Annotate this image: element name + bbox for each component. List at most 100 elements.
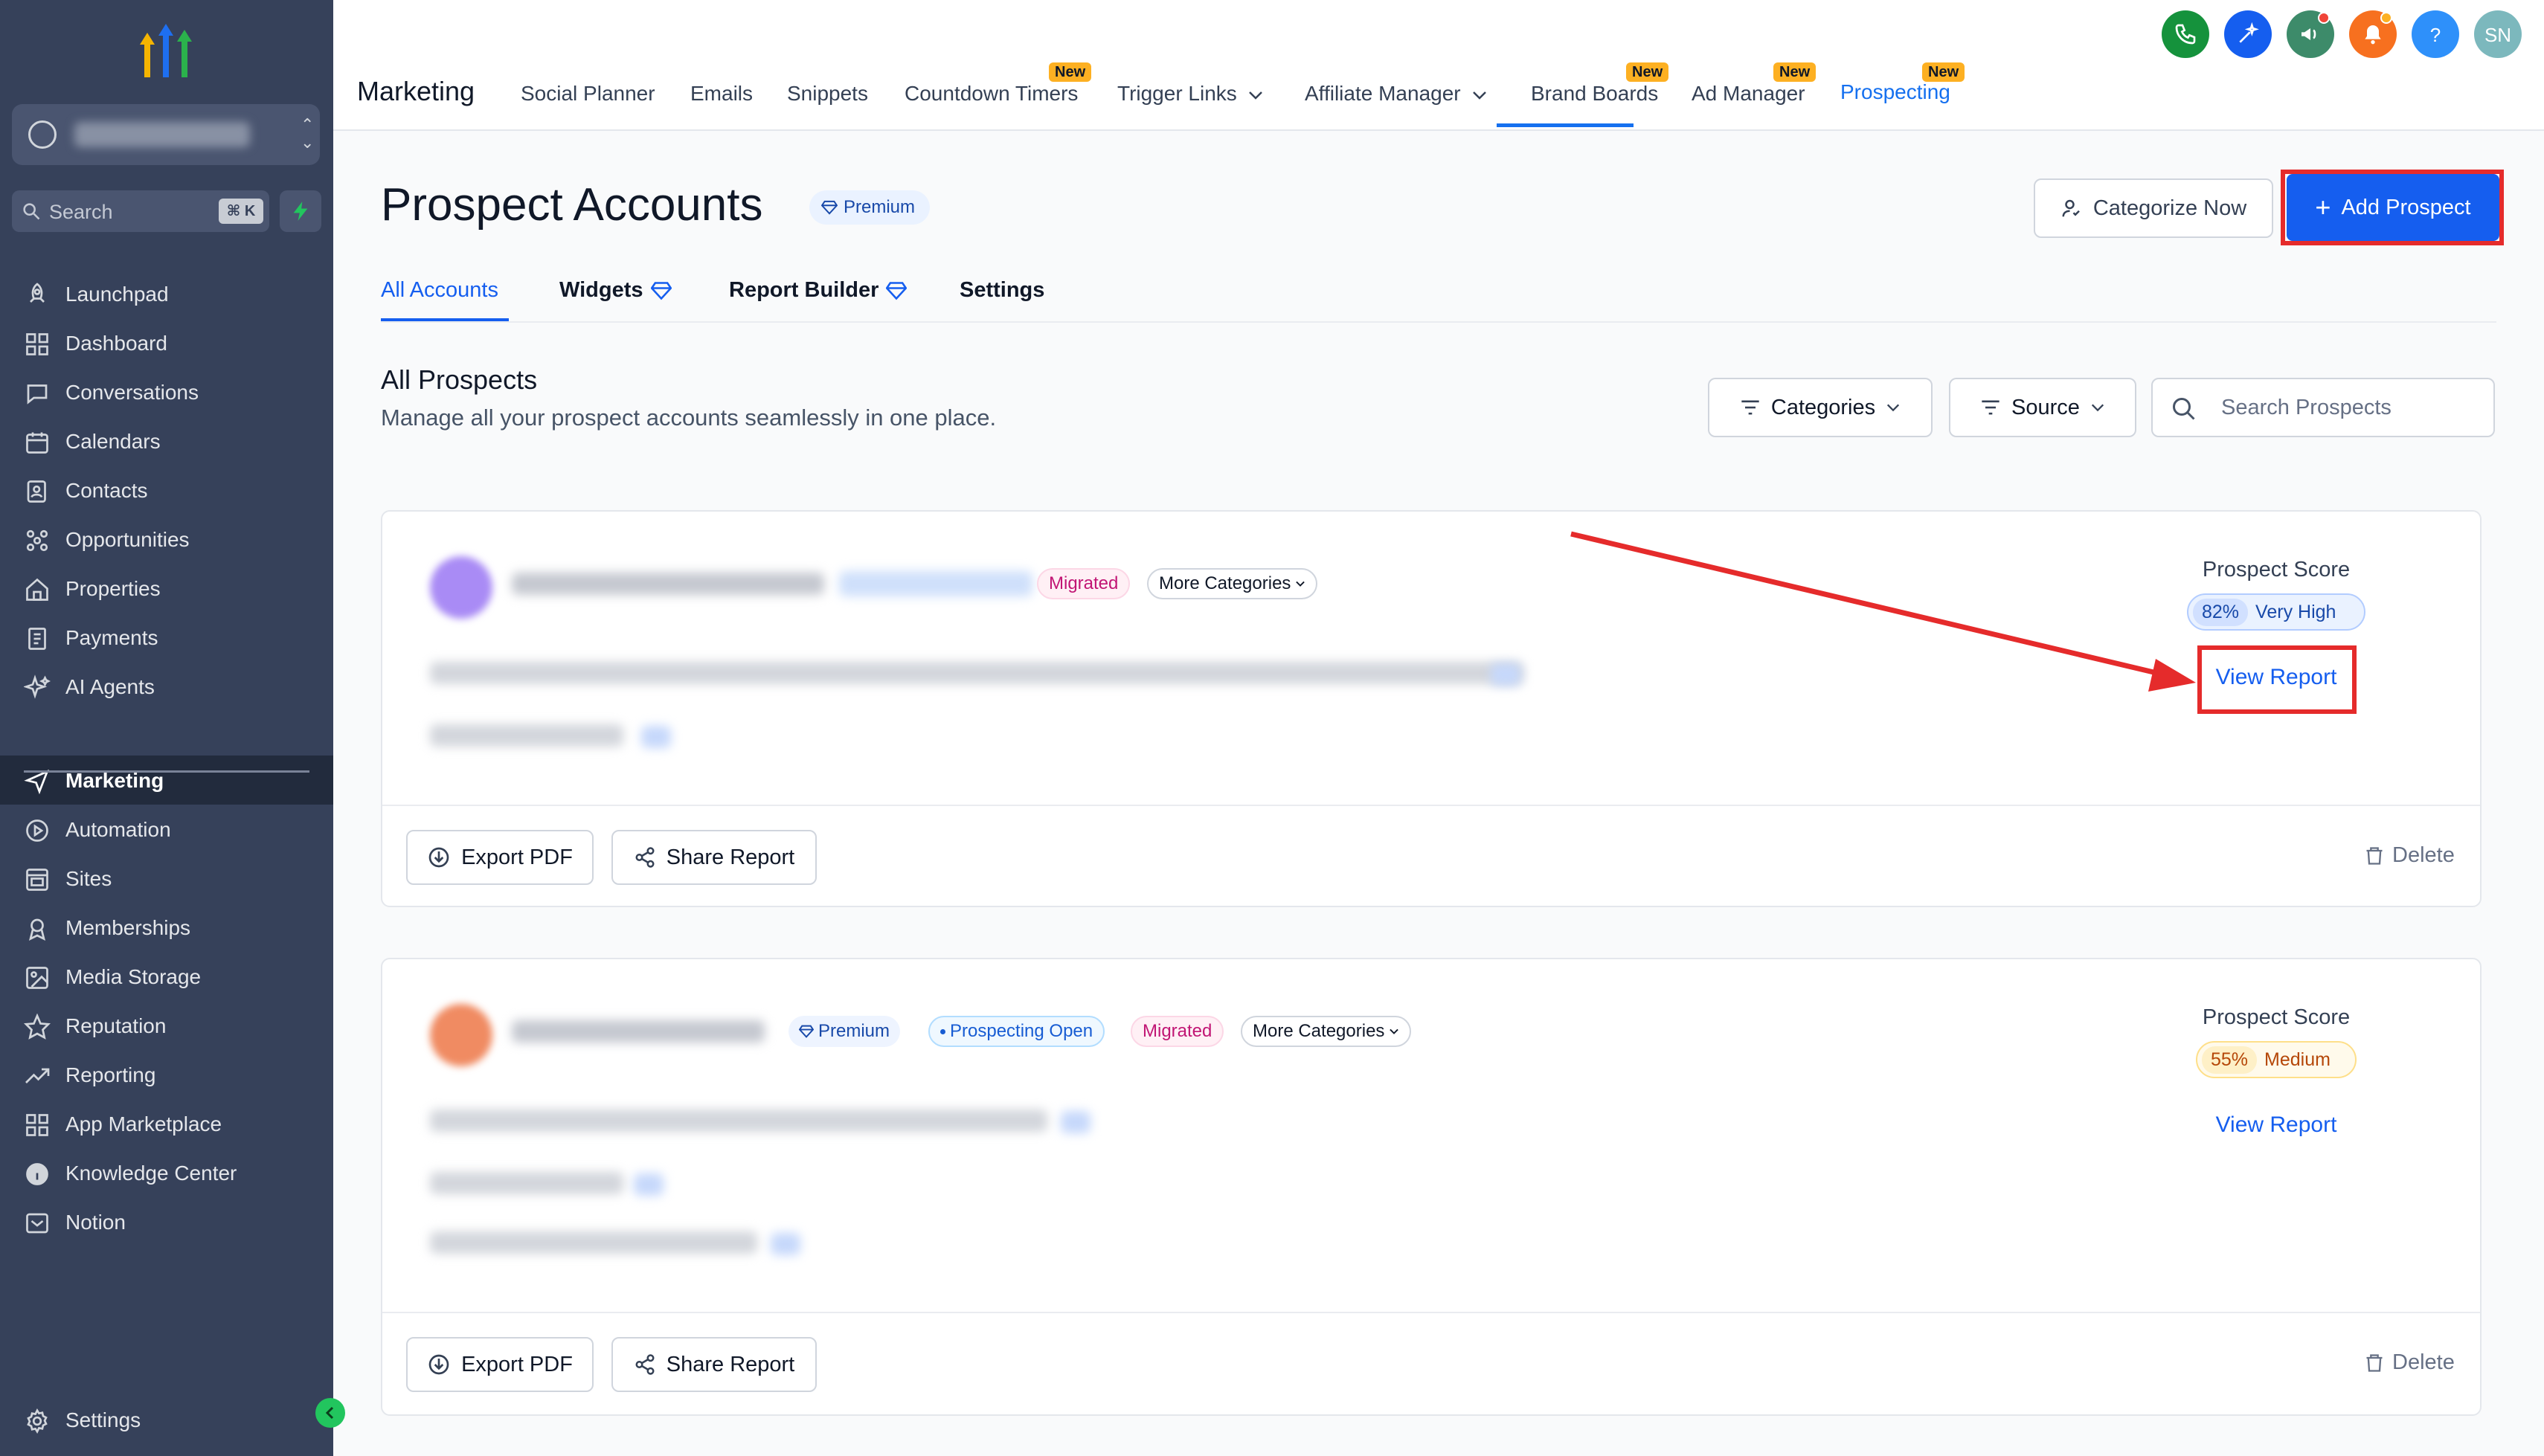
notification-dot (2380, 12, 2392, 24)
categories-filter[interactable]: Categories (1708, 378, 1933, 437)
quick-actions-button[interactable] (280, 190, 321, 232)
tab-prospecting[interactable]: Prospecting (1840, 80, 1950, 104)
export-pdf-button[interactable]: Export PDF (406, 1337, 594, 1392)
app-logo[interactable] (134, 22, 198, 79)
subtab-all-accounts[interactable]: All Accounts (381, 278, 498, 303)
sidebar-item-conversations[interactable]: Conversations (0, 367, 333, 416)
sidebar-item-contacts[interactable]: Contacts (0, 466, 333, 515)
sidebar-item-label: App Marketplace (65, 1112, 222, 1136)
sidebar-search[interactable]: Search ⌘ K (12, 190, 269, 232)
share-report-button[interactable]: Share Report (611, 830, 817, 885)
phone-button[interactable] (2162, 10, 2209, 58)
search-icon (2173, 398, 2195, 420)
star-icon (24, 1014, 51, 1040)
ai-assistant-button[interactable] (2224, 10, 2272, 58)
add-prospect-label: Add Prospect (2341, 195, 2471, 219)
sidebar-item-label: Payments (65, 626, 158, 649)
subtab-report-builder[interactable]: Report Builder (729, 278, 908, 303)
sidebar-item-marketing[interactable]: Marketing (0, 756, 333, 805)
help-button[interactable]: ? (2412, 10, 2459, 58)
categorize-now-button[interactable]: Categorize Now (2034, 178, 2273, 238)
delete-button[interactable]: Delete (2364, 843, 2455, 868)
phone-icon (2175, 24, 2196, 45)
view-report-link[interactable]: View Report (2165, 1112, 2388, 1138)
sidebar-item-label: Opportunities (65, 528, 190, 551)
announcements-button[interactable] (2287, 10, 2334, 58)
more-categories-dropdown[interactable]: More Categories (1241, 1016, 1412, 1047)
sidebar-item-settings[interactable]: Settings (0, 1395, 333, 1444)
notifications-button[interactable] (2349, 10, 2397, 58)
diamond-icon (650, 281, 672, 300)
sidebar-search-placeholder: Search (49, 201, 113, 223)
sidebar-item-label: Properties (65, 577, 161, 600)
subtab-divider (381, 321, 2496, 323)
sidebar-item-label: Automation (65, 818, 171, 841)
status-dot (940, 1028, 945, 1034)
prospect-phone-blurred (430, 724, 623, 747)
subtab-widgets[interactable]: Widgets (559, 278, 672, 303)
sidebar-item-payments[interactable]: Payments (0, 613, 333, 662)
sidebar-item-ai-agents[interactable]: AI Agents (0, 662, 333, 711)
migrated-chip: Migrated (1131, 1016, 1224, 1047)
export-pdf-button[interactable]: Export PDF (406, 830, 594, 885)
memberships-icon (28, 918, 46, 941)
section-title: Marketing (357, 76, 475, 106)
prospecting-open-label: Prospecting Open (950, 1021, 1093, 1041)
user-tag-icon (2062, 199, 2080, 217)
sidebar-item-sites[interactable]: Sites (0, 854, 333, 903)
subtab-settings[interactable]: Settings (960, 278, 1044, 303)
sidebar-item-launchpad[interactable]: Launchpad (0, 269, 333, 318)
prospect-avatar (430, 1004, 492, 1066)
tab-affiliate-manager[interactable]: Affiliate Manager (1305, 82, 1488, 106)
share-report-label: Share Report (666, 845, 795, 869)
account-switcher[interactable]: ⌃ ⌄ (12, 104, 320, 165)
tab-ad-manager[interactable]: Ad Manager (1692, 82, 1805, 106)
tab-snippets[interactable]: Snippets (787, 82, 868, 106)
tab-social-planner[interactable]: Social Planner (521, 82, 655, 106)
premium-label: Premium (844, 197, 916, 217)
search-prospects-input[interactable] (2221, 393, 2482, 422)
sidebar: ⌃ ⌄ Search ⌘ K Launchpad Dashboard Conversa… (0, 0, 333, 1456)
user-avatar[interactable]: SN (2474, 10, 2522, 58)
sidebar-item-calendars[interactable]: Calendars (0, 416, 333, 466)
help-icon: ? (2429, 24, 2441, 46)
tab-countdown-timers[interactable]: Countdown Timers (905, 82, 1078, 106)
chevron-updown-icon: ⌃ ⌄ (301, 115, 315, 152)
delete-button[interactable]: Delete (2364, 1350, 2455, 1375)
sidebar-item-knowledge-center[interactable]: Knowledge Center (0, 1148, 333, 1197)
view-report-link[interactable]: View Report (2165, 665, 2388, 690)
sidebar-item-app-marketplace[interactable]: App Marketplace (0, 1099, 333, 1148)
delete-label: Delete (2392, 1350, 2455, 1374)
sidebar-item-media-storage[interactable]: Media Storage (0, 952, 333, 1001)
source-filter[interactable]: Source (1949, 378, 2136, 437)
sidebar-item-reputation[interactable]: Reputation (0, 1001, 333, 1050)
sidebar-item-opportunities[interactable]: Opportunities (0, 515, 333, 564)
search-prospects-field[interactable] (2151, 378, 2495, 437)
tab-emails[interactable]: Emails (690, 82, 753, 106)
add-prospect-button[interactable]: + Add Prospect (2287, 174, 2499, 241)
sidebar-item-memberships[interactable]: Memberships (0, 903, 333, 952)
grid-icon (26, 333, 48, 355)
share-icon (635, 847, 655, 868)
sidebar-item-notion[interactable]: Notion (0, 1197, 333, 1246)
diamond-icon (821, 200, 838, 215)
share-report-button[interactable]: Share Report (611, 1337, 817, 1392)
notification-dot (2318, 12, 2330, 24)
sidebar-item-dashboard[interactable]: Dashboard (0, 318, 333, 367)
sidebar-item-properties[interactable]: Properties (0, 564, 333, 613)
more-categories-dropdown[interactable]: More Categories (1147, 568, 1318, 599)
sidebar-item-automation[interactable]: Automation (0, 805, 333, 854)
collapse-sidebar-button[interactable] (315, 1398, 345, 1428)
export-pdf-label: Export PDF (461, 845, 573, 869)
more-categories-label: More Categories (1159, 573, 1291, 593)
sidebar-item-reporting[interactable]: Reporting (0, 1050, 333, 1099)
tab-trigger-links[interactable]: Trigger Links (1117, 82, 1264, 106)
prospecting-open-chip: Prospecting Open (928, 1016, 1105, 1047)
prospect-email-blurred (430, 1231, 757, 1254)
tab-brand-boards[interactable]: Brand Boards (1531, 82, 1658, 106)
prospect-score-badge: 55% Medium (2196, 1041, 2357, 1078)
sidebar-item-label: Notion (65, 1211, 126, 1234)
automation-icon (26, 819, 48, 842)
score-percent: 82% (2193, 598, 2249, 626)
listing-title: All Prospects (381, 364, 538, 395)
